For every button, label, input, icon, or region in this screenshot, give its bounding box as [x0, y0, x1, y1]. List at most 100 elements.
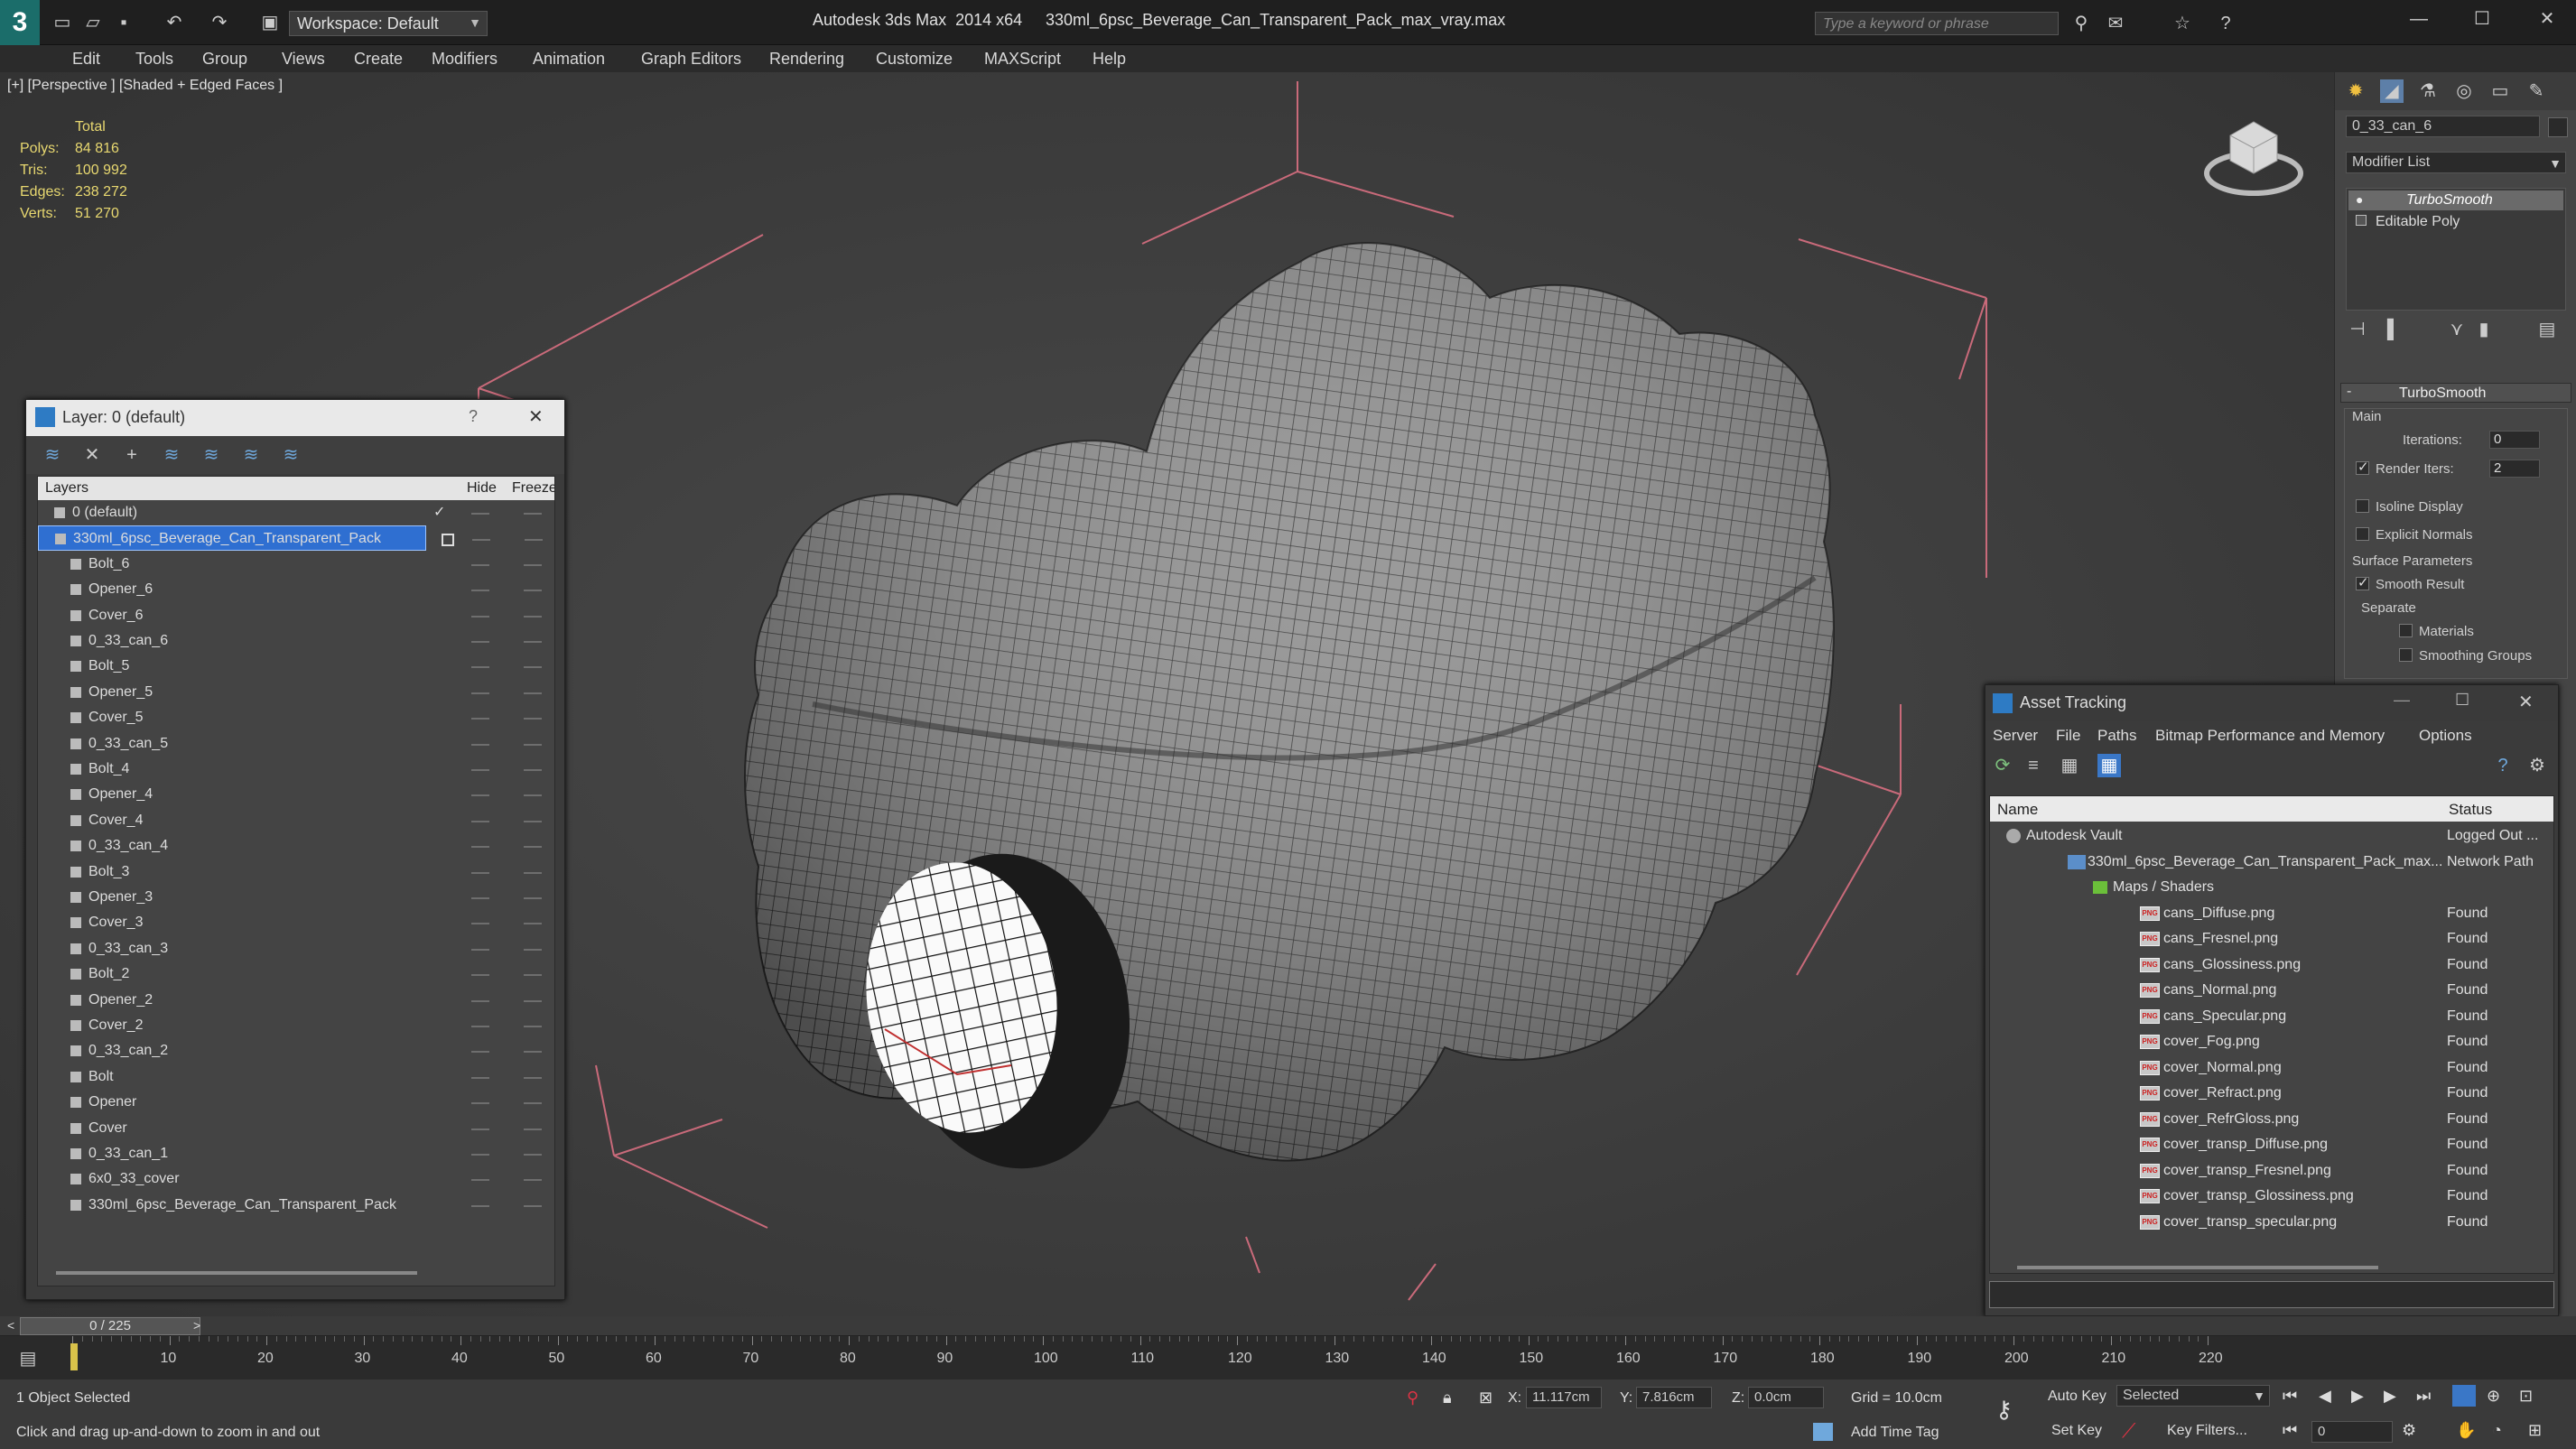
layer-row[interactable]: Cover_2 [38, 1013, 554, 1038]
iterations-spinner[interactable]: 0 [2489, 431, 2540, 449]
object-name-field[interactable]: 0_33_can_6 [2346, 116, 2540, 137]
communication-icon[interactable]: ✉ [2104, 12, 2127, 35]
pan-icon[interactable]: ✋ [2456, 1421, 2476, 1440]
freeze-toggle[interactable] [524, 846, 542, 849]
hide-toggle[interactable] [471, 1154, 489, 1156]
freeze-toggle[interactable] [524, 1179, 542, 1182]
asset-row[interactable]: PNG cover_transp_Fresnel.png Found [1990, 1158, 2553, 1184]
close-icon[interactable]: ✕ [2535, 7, 2559, 31]
hide-toggle[interactable] [471, 563, 489, 566]
add-to-layer-icon[interactable]: + [120, 443, 144, 467]
layer-row[interactable]: Cover_4 [38, 808, 554, 833]
create-tab-icon[interactable]: ✹ [2344, 79, 2367, 103]
hide-toggle[interactable] [471, 846, 489, 849]
minimize-icon[interactable]: — [2394, 691, 2410, 710]
new-file-icon[interactable]: ▭ [51, 11, 74, 34]
layer-row[interactable]: 0 (default) ✓ [38, 500, 554, 525]
freeze-toggle[interactable] [524, 1204, 542, 1207]
hide-toggle[interactable] [471, 718, 489, 720]
freeze-toggle[interactable] [524, 666, 542, 669]
freeze-toggle[interactable] [524, 1102, 542, 1105]
asset-row[interactable]: Maps / Shaders [1990, 875, 2553, 900]
close-icon[interactable]: ✕ [528, 405, 544, 428]
freeze-toggle[interactable] [524, 743, 542, 746]
stack-item-editable-poly[interactable]: Editable Poly [2348, 212, 2563, 232]
prev-frame-icon[interactable]: < [7, 1318, 14, 1333]
layer-dialog-titlebar[interactable]: Layer: 0 (default) ? ✕ [26, 400, 564, 436]
show-end-result-icon[interactable]: ▌ [2382, 318, 2405, 341]
layer-row[interactable]: Bolt_6 [38, 552, 554, 577]
layer-row[interactable]: Bolt_2 [38, 961, 554, 987]
asset-hscrollbar[interactable] [2017, 1266, 2378, 1269]
col-hide[interactable]: Hide [467, 480, 497, 497]
freeze-toggle[interactable] [524, 871, 542, 874]
layer-row[interactable]: Opener_3 [38, 885, 554, 910]
create-layer-icon[interactable]: ≋ [41, 443, 64, 467]
layer-row[interactable]: Opener [38, 1090, 554, 1115]
hide-toggle[interactable] [471, 666, 489, 669]
explicit-normals-checkbox[interactable] [2356, 527, 2369, 541]
make-current-box-icon[interactable] [442, 534, 454, 547]
key-icon[interactable]: ⚷ [1995, 1396, 2013, 1424]
freeze-toggle[interactable] [524, 769, 542, 771]
time-config-icon[interactable]: ⚙ [2402, 1421, 2416, 1440]
asset-row[interactable]: PNG cover_Fog.png Found [1990, 1029, 2553, 1054]
freeze-toggle[interactable] [524, 563, 542, 566]
hide-toggle[interactable] [471, 641, 489, 643]
asset-menu-file[interactable]: File [2056, 727, 2080, 745]
freeze-toggle[interactable] [524, 1154, 542, 1156]
display-tab-icon[interactable]: ▭ [2488, 79, 2512, 103]
asset-menu-options[interactable]: Options [2419, 727, 2472, 745]
layer-row[interactable]: 0_33_can_2 [38, 1038, 554, 1064]
play-icon[interactable]: ▶ [2351, 1387, 2364, 1406]
next-frame-icon[interactable]: > [193, 1318, 200, 1333]
col-layers[interactable]: Layers [45, 480, 88, 497]
render-iters-spinner[interactable]: 2 [2489, 460, 2540, 478]
auto-key-button[interactable]: Auto Key [2048, 1389, 2106, 1405]
binoculars-icon[interactable]: ⚲ [2069, 12, 2093, 35]
menu-group[interactable]: Group [202, 45, 247, 72]
modifier-list-dropdown[interactable]: Modifier List ▼ [2346, 152, 2566, 173]
make-unique-icon[interactable]: ⋎ [2445, 318, 2469, 341]
freeze-toggle[interactable] [524, 948, 542, 951]
x-coord-field[interactable]: 11.117cm [1526, 1387, 1602, 1408]
close-icon[interactable]: ✕ [2518, 691, 2534, 713]
zoom-icon[interactable]: ⊕ [2487, 1387, 2500, 1406]
menu-views[interactable]: Views [282, 45, 325, 72]
set-key-button[interactable]: Set Key [2051, 1423, 2102, 1439]
orbit-icon[interactable]: ◔ [2492, 1421, 2502, 1440]
asset-row[interactable]: PNG cover_RefrGloss.png Found [1990, 1107, 2553, 1132]
smoothing-groups-checkbox[interactable] [2399, 648, 2413, 662]
freeze-toggle[interactable] [524, 820, 542, 822]
viewport-label[interactable]: [+] [Perspective ] [Shaded + Edged Faces… [7, 78, 283, 94]
freeze-toggle[interactable] [524, 692, 542, 694]
modify-tab-icon[interactable]: ◢ [2380, 79, 2404, 103]
asset-row[interactable]: Autodesk Vault Logged Out ... [1990, 823, 2553, 849]
table-view-icon[interactable]: ▦ [2058, 754, 2081, 777]
layer-row[interactable]: Bolt_4 [38, 757, 554, 782]
remove-modifier-icon[interactable]: ▮ [2472, 318, 2496, 341]
turbosmooth-rollout-header[interactable]: - TurboSmooth [2340, 383, 2571, 403]
menu-create[interactable]: Create [354, 45, 403, 72]
asset-menu-paths[interactable]: Paths [2097, 727, 2136, 745]
highlight-layer-icon[interactable]: ≋ [200, 443, 223, 467]
asset-row[interactable]: PNG cans_Normal.png Found [1990, 978, 2553, 1003]
goto-end-icon[interactable]: ⏭ [2416, 1387, 2431, 1406]
hide-toggle[interactable] [471, 1102, 489, 1105]
motion-tab-icon[interactable]: ◎ [2452, 79, 2476, 103]
hide-toggle[interactable] [471, 794, 489, 797]
add-time-tag[interactable]: Add Time Tag [1851, 1425, 1939, 1441]
stack-item-turbosmooth[interactable]: ● TurboSmooth [2348, 190, 2563, 210]
freeze-toggle[interactable] [524, 923, 542, 925]
layer-row[interactable]: Bolt_5 [38, 654, 554, 679]
refresh-icon[interactable]: ⟳ [1991, 754, 2014, 777]
layer-row[interactable]: 0_33_can_1 [38, 1141, 554, 1166]
asset-row[interactable]: PNG cans_Specular.png Found [1990, 1004, 2553, 1029]
time-tag-icon[interactable] [1813, 1423, 1833, 1441]
hide-toggle[interactable] [471, 897, 489, 899]
asset-menu-bitmap[interactable]: Bitmap Performance and Memory [2155, 727, 2385, 745]
app-logo-icon[interactable]: 3 [0, 0, 40, 45]
list-view-icon[interactable]: ≡ [2022, 754, 2045, 777]
menu-graph-editors[interactable]: Graph Editors [641, 45, 741, 72]
layer-row[interactable]: Cover_5 [38, 705, 554, 730]
